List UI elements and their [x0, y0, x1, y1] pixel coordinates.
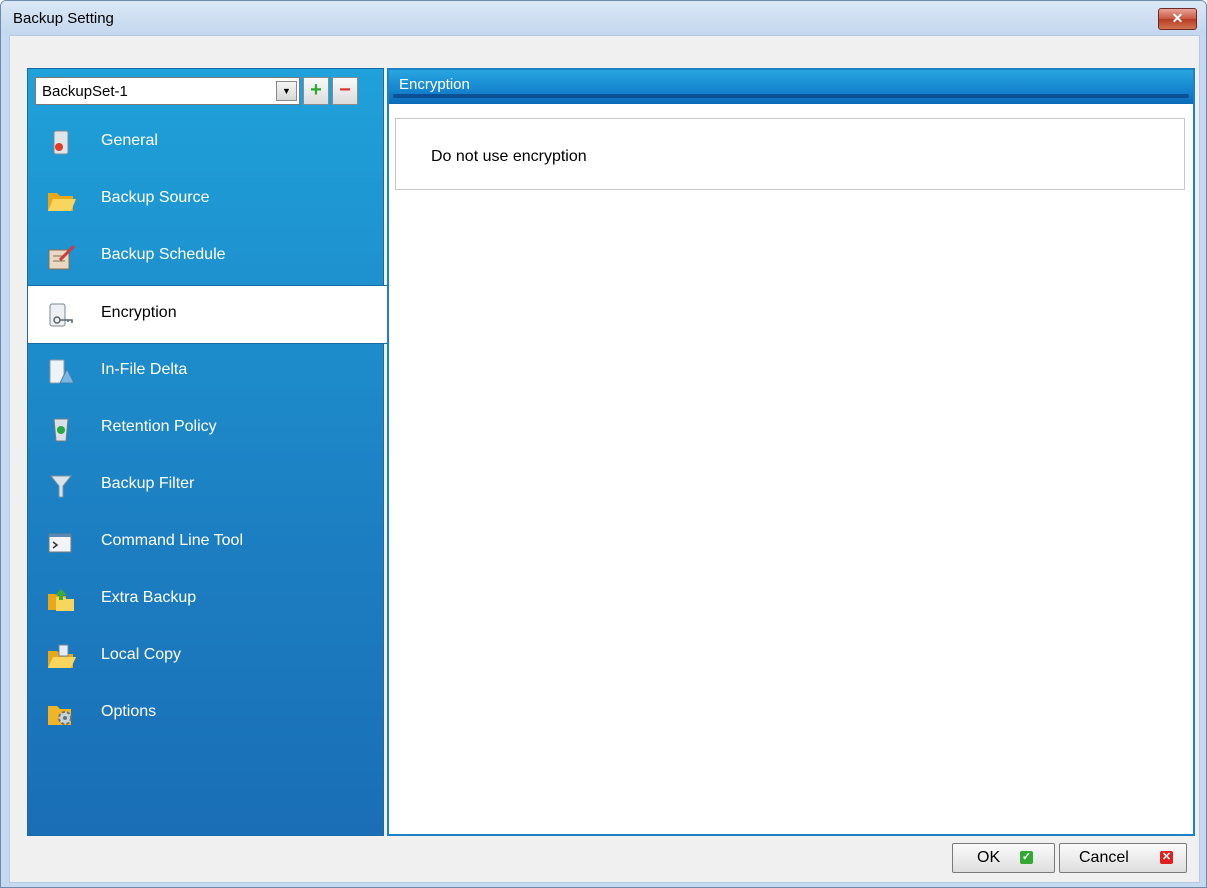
sidebar-item-label: Backup Source: [101, 189, 210, 206]
title-bar: Backup Setting ✕: [1, 1, 1206, 35]
options-icon: [48, 706, 72, 725]
checkmark-icon: ✓: [1020, 851, 1033, 864]
close-button[interactable]: ✕: [1158, 8, 1197, 30]
add-backup-set-button[interactable]: +: [303, 77, 329, 105]
sidebar-item-label: Command Line Tool: [101, 532, 244, 549]
chevron-down-icon[interactable]: ▼: [276, 81, 297, 101]
filter-icon: [49, 475, 73, 498]
general-icon: [53, 130, 69, 155]
encryption-status-text: Do not use encryption: [431, 148, 587, 165]
ok-button-label: OK: [977, 849, 1001, 866]
key-icon: [49, 303, 73, 327]
encryption-panel: Encryption Do not use encryption: [387, 68, 1195, 836]
ok-button[interactable]: OK ✓: [952, 843, 1055, 873]
local-copy-icon: [48, 644, 76, 668]
close-icon: ✕: [1160, 851, 1173, 864]
sidebar-item-label: Backup Filter: [101, 475, 195, 492]
panel-header: Encryption: [389, 70, 1193, 104]
backup-set-value: BackupSet-1: [42, 83, 128, 100]
sidebar-item-general[interactable]: General: [28, 114, 383, 171]
sidebar-item-options[interactable]: Options: [28, 685, 383, 742]
delta-icon: [49, 359, 75, 384]
sidebar-item-label: Extra Backup: [101, 589, 197, 606]
encryption-settings-box: Do not use encryption: [395, 118, 1185, 190]
dialog-body: BackupSet-1 ▼ + − General Backup Source …: [9, 35, 1200, 883]
extra-backup-icon: [48, 589, 74, 611]
sidebar-item-retention-policy[interactable]: Retention Policy: [28, 400, 383, 457]
sidebar-item-label: Encryption: [101, 304, 177, 321]
sidebar-item-label: Options: [101, 703, 157, 720]
folder-icon: [48, 193, 76, 211]
sidebar-item-label: In-File Delta: [101, 361, 188, 378]
sidebar-item-local-copy[interactable]: Local Copy: [28, 628, 383, 685]
sidebar-item-label: General: [101, 132, 158, 149]
sidebar-item-command-line-tool[interactable]: Command Line Tool: [28, 514, 383, 571]
sidebar-item-backup-schedule[interactable]: Backup Schedule: [28, 228, 383, 285]
sidebar-item-label: Retention Policy: [101, 418, 217, 435]
backup-setting-window: Backup Setting ✕ BackupSet-1 ▼ + − Gener…: [0, 0, 1207, 888]
cancel-button[interactable]: Cancel ✕: [1059, 843, 1187, 873]
sidebar-item-extra-backup[interactable]: Extra Backup: [28, 571, 383, 628]
sidebar-item-label: Backup Schedule: [101, 246, 226, 263]
window-title: Backup Setting: [13, 10, 114, 27]
calendar-icon: [48, 244, 76, 270]
sidebar: BackupSet-1 ▼ + − General Backup Source …: [27, 68, 389, 836]
sidebar-item-label: Local Copy: [101, 646, 182, 663]
backup-set-dropdown[interactable]: BackupSet-1 ▼: [35, 77, 300, 105]
sidebar-item-backup-filter[interactable]: Backup Filter: [28, 457, 383, 514]
sidebar-item-in-file-delta[interactable]: In-File Delta: [28, 343, 383, 400]
header-divider: [393, 94, 1189, 98]
terminal-icon: [48, 533, 72, 553]
sidebar-item-backup-source[interactable]: Backup Source: [28, 171, 383, 228]
panel-title: Encryption: [399, 76, 470, 93]
cancel-button-label: Cancel: [1079, 849, 1129, 866]
remove-backup-set-button[interactable]: −: [332, 77, 358, 105]
sidebar-item-encryption[interactable]: Encryption: [28, 285, 389, 344]
recycle-bin-icon: [53, 418, 69, 442]
